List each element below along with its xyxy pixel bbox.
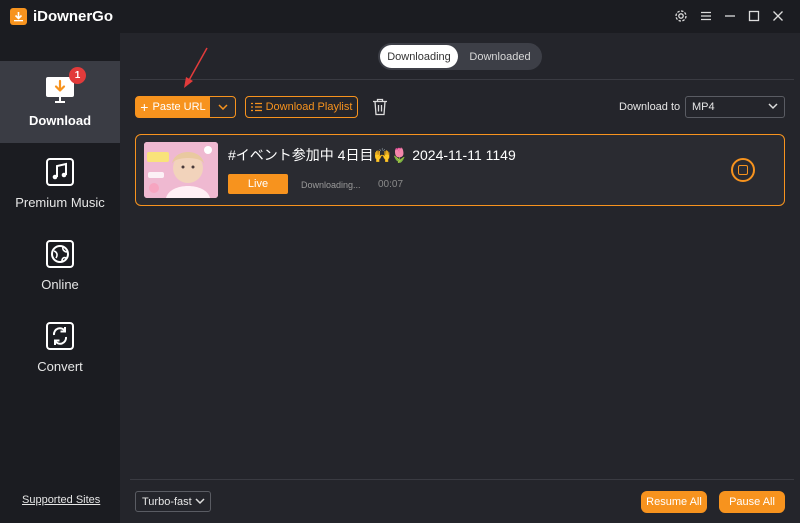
minimize-icon[interactable] bbox=[721, 7, 739, 25]
paste-url-main[interactable]: + Paste URL bbox=[136, 97, 210, 117]
app-logo-icon bbox=[10, 8, 27, 25]
stop-button[interactable] bbox=[731, 158, 755, 182]
sidebar-item-label: Online bbox=[41, 277, 79, 292]
download-playlist-button[interactable]: Download Playlist bbox=[245, 96, 358, 118]
download-status: Downloading... bbox=[301, 180, 361, 190]
playlist-icon bbox=[250, 102, 262, 112]
supported-sites-link[interactable]: Supported Sites bbox=[22, 494, 100, 506]
download-to-label: Download to bbox=[619, 101, 681, 113]
speed-mode-value: Turbo-fast bbox=[142, 495, 192, 508]
chevron-down-icon bbox=[217, 104, 228, 110]
notification-badge: 1 bbox=[69, 67, 86, 84]
title-bar: iDownerGo bbox=[0, 0, 800, 33]
divider bbox=[130, 79, 794, 80]
convert-icon bbox=[45, 321, 75, 351]
paste-url-label: Paste URL bbox=[152, 101, 206, 113]
download-playlist-label: Download Playlist bbox=[265, 101, 353, 113]
menu-icon[interactable] bbox=[697, 7, 715, 25]
video-thumbnail bbox=[144, 142, 218, 198]
close-icon[interactable] bbox=[769, 7, 787, 25]
resume-all-button[interactable]: Resume All bbox=[641, 491, 707, 513]
maximize-icon[interactable] bbox=[745, 7, 763, 25]
trash-icon[interactable] bbox=[370, 96, 390, 118]
format-select[interactable]: MP4 bbox=[685, 96, 785, 118]
elapsed-time: 00:07 bbox=[378, 179, 404, 190]
sidebar-item-label: Premium Music bbox=[15, 195, 105, 210]
globe-icon bbox=[45, 239, 75, 269]
divider bbox=[130, 479, 794, 480]
pointer-arrow-icon bbox=[180, 46, 210, 95]
task-title: #イベント参加中 4日目🙌🌷 2024-11-11 1149 bbox=[228, 147, 516, 163]
app-title: iDownerGo bbox=[33, 8, 114, 25]
stop-icon bbox=[738, 165, 748, 175]
paste-url-button[interactable]: + Paste URL bbox=[135, 96, 236, 118]
sidebar-item-download[interactable]: 1 Download bbox=[0, 61, 120, 143]
pause-all-button[interactable]: Pause All bbox=[719, 491, 785, 513]
tab-downloading[interactable]: Downloading bbox=[380, 45, 458, 68]
speed-mode-select[interactable]: Turbo-fast bbox=[135, 491, 211, 512]
sidebar-item-label: Download bbox=[28, 113, 92, 128]
download-task: #イベント参加中 4日目🙌🌷 2024-11-11 1149 Live Down… bbox=[135, 134, 785, 206]
sidebar-item-online[interactable]: Online bbox=[0, 225, 120, 307]
sidebar-item-premium-music[interactable]: Premium Music bbox=[0, 143, 120, 225]
format-value: MP4 bbox=[692, 101, 715, 113]
paste-url-dropdown[interactable] bbox=[210, 97, 235, 117]
main-panel: Downloading Downloaded + Paste URL Downl… bbox=[120, 33, 800, 523]
sidebar-item-label: Convert bbox=[37, 359, 83, 374]
sidebar: 1 Download Premium Music Online Convert … bbox=[0, 33, 120, 523]
plus-icon: + bbox=[140, 99, 149, 115]
settings-icon[interactable] bbox=[672, 7, 690, 25]
live-badge: Live bbox=[228, 174, 288, 194]
download-tabs: Downloading Downloaded bbox=[378, 43, 542, 70]
download-monitor-icon: 1 bbox=[45, 67, 86, 105]
sidebar-item-convert[interactable]: Convert bbox=[0, 307, 120, 389]
chevron-down-icon bbox=[768, 103, 778, 110]
music-note-icon bbox=[45, 157, 75, 187]
chevron-down-icon bbox=[195, 498, 205, 505]
tab-downloaded[interactable]: Downloaded bbox=[460, 45, 540, 68]
